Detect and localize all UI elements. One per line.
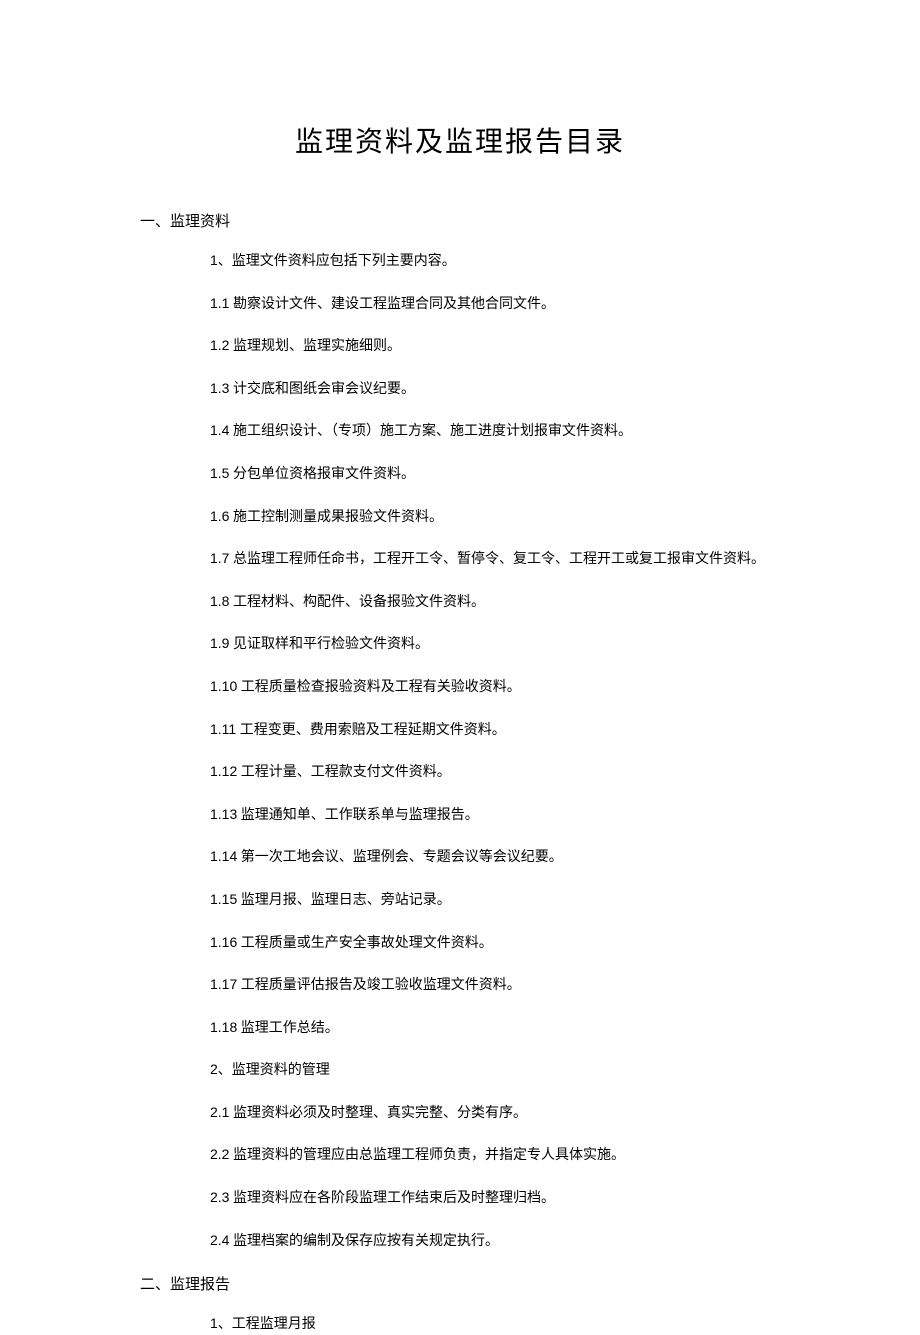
item-num: 2、 xyxy=(210,1061,232,1077)
list-item: 1.11 工程变更、费用索赔及工程延期文件资料。 xyxy=(210,720,820,741)
item-text: 见证取样和平行检验文件资料。 xyxy=(229,637,429,652)
item-num: 2.3 xyxy=(210,1189,229,1205)
item-text: 监理资料必须及时整理、真实完整、分类有序。 xyxy=(229,1106,527,1121)
item-num: 1.10 xyxy=(210,678,237,694)
list-item: 1.14 第一次工地会议、监理例会、专题会议等会议纪要。 xyxy=(210,847,820,868)
list-item: 1.1 勘察设计文件、建设工程监理合同及其他合同文件。 xyxy=(210,294,820,315)
list-item: 1.7 总监理工程师任命书，工程开工令、暂停令、复工令、工程开工或复工报审文件资… xyxy=(210,549,820,570)
item-num: 1.15 xyxy=(210,891,237,907)
item-num: 1、 xyxy=(210,1315,232,1331)
item-num: 1.17 xyxy=(210,976,237,992)
item-num: 1.7 xyxy=(210,550,229,566)
list-item: 1.13 监理通知单、工作联系单与监理报告。 xyxy=(210,805,820,826)
item-num: 1.13 xyxy=(210,806,237,822)
list-item: 1.5 分包单位资格报审文件资料。 xyxy=(210,464,820,485)
item-num: 1.18 xyxy=(210,1019,237,1035)
item-text: 工程质量检查报验资料及工程有关验收资料。 xyxy=(237,680,521,695)
item-num: 1、 xyxy=(210,252,232,268)
section-2: 二、监理报告 1、工程监理月报 xyxy=(100,1273,820,1335)
item-text: 勘察设计文件、建设工程监理合同及其他合同文件。 xyxy=(229,297,555,312)
item-text: 总监理工程师任命书，工程开工令、暂停令、复工令、工程开工或复工报审文件资料。 xyxy=(229,552,765,567)
item-text: 工程变更、费用索赔及工程延期文件资料。 xyxy=(236,723,506,738)
list-item: 1.15 监理月报、监理日志、旁站记录。 xyxy=(210,890,820,911)
item-text: 工程监理月报 xyxy=(232,1317,316,1332)
item-num: 1.5 xyxy=(210,465,229,481)
item-num: 1.1 xyxy=(210,295,229,311)
item-text: 施工控制测量成果报验文件资料。 xyxy=(229,510,443,525)
list-item: 1.9 见证取样和平行检验文件资料。 xyxy=(210,634,820,655)
item-text: 监理档案的编制及保存应按有关规定执行。 xyxy=(229,1234,499,1249)
list-item: 1.18 监理工作总结。 xyxy=(210,1018,820,1039)
item-text: 监理资料的管理应由总监理工程师负责，并指定专人具体实施。 xyxy=(229,1148,625,1163)
item-num: 2.4 xyxy=(210,1232,229,1248)
list-item: 1.3 计交底和图纸会审会议纪要。 xyxy=(210,379,820,400)
section-1-heading: 一、监理资料 xyxy=(140,210,820,231)
item-text: 监理文件资料应包括下列主要内容。 xyxy=(232,254,456,269)
list-item: 1.6 施工控制测量成果报验文件资料。 xyxy=(210,507,820,528)
item-text: 工程质量评估报告及竣工验收监理文件资料。 xyxy=(237,978,521,993)
list-item: 1.12 工程计量、工程款支付文件资料。 xyxy=(210,762,820,783)
item-text: 监理规划、监理实施细则。 xyxy=(229,339,401,354)
item-num: 1.2 xyxy=(210,337,229,353)
section-1-list: 1、监理文件资料应包括下列主要内容。 1.1 勘察设计文件、建设工程监理合同及其… xyxy=(210,251,820,1251)
list-item: 2.4 监理档案的编制及保存应按有关规定执行。 xyxy=(210,1231,820,1252)
list-item: 2.2 监理资料的管理应由总监理工程师负责，并指定专人具体实施。 xyxy=(210,1145,820,1166)
item-text: 监理月报、监理日志、旁站记录。 xyxy=(237,893,451,908)
list-item: 1.2 监理规划、监理实施细则。 xyxy=(210,336,820,357)
item-num: 1.4 xyxy=(210,422,229,438)
item-num: 2.2 xyxy=(210,1146,229,1162)
item-num: 1.12 xyxy=(210,763,237,779)
item-text: 施工组织设计、（专项）施工方案、施工进度计划报审文件资料。 xyxy=(229,424,632,439)
document-title: 监理资料及监理报告目录 xyxy=(100,120,820,160)
item-text: 分包单位资格报审文件资料。 xyxy=(229,467,415,482)
list-item: 1.8 工程材料、构配件、设备报验文件资料。 xyxy=(210,592,820,613)
list-item: 1.4 施工组织设计、（专项）施工方案、施工进度计划报审文件资料。 xyxy=(210,421,820,442)
list-item: 2.1 监理资料必须及时整理、真实完整、分类有序。 xyxy=(210,1103,820,1124)
section-2-heading: 二、监理报告 xyxy=(140,1273,820,1294)
item-num: 1.9 xyxy=(210,635,229,651)
list-item: 2.3 监理资料应在各阶段监理工作结束后及时整理归档。 xyxy=(210,1188,820,1209)
item-text: 工程质量或生产安全事故处理文件资料。 xyxy=(237,936,493,951)
list-item: 1、工程监理月报 xyxy=(210,1314,820,1335)
item-text: 监理工作总结。 xyxy=(237,1021,339,1036)
list-item: 1.16 工程质量或生产安全事故处理文件资料。 xyxy=(210,933,820,954)
list-item: 1.10 工程质量检查报验资料及工程有关验收资料。 xyxy=(210,677,820,698)
item-num: 1.3 xyxy=(210,380,229,396)
item-num: 2.1 xyxy=(210,1104,229,1120)
item-text: 监理通知单、工作联系单与监理报告。 xyxy=(237,808,479,823)
list-item: 2、监理资料的管理 xyxy=(210,1060,820,1081)
item-num: 1.14 xyxy=(210,848,237,864)
item-text: 工程计量、工程款支付文件资料。 xyxy=(237,765,451,780)
item-text: 监理资料的管理 xyxy=(232,1063,330,1078)
list-item: 1.17 工程质量评估报告及竣工验收监理文件资料。 xyxy=(210,975,820,996)
item-num: 1.16 xyxy=(210,934,237,950)
item-num: 1.8 xyxy=(210,593,229,609)
section-1: 一、监理资料 1、监理文件资料应包括下列主要内容。 1.1 勘察设计文件、建设工… xyxy=(100,210,820,1251)
item-text: 监理资料应在各阶段监理工作结束后及时整理归档。 xyxy=(229,1191,555,1206)
item-num: 1.11 xyxy=(210,721,236,737)
section-2-list: 1、工程监理月报 xyxy=(210,1314,820,1335)
item-text: 第一次工地会议、监理例会、专题会议等会议纪要。 xyxy=(237,850,563,865)
item-text: 工程材料、构配件、设备报验文件资料。 xyxy=(229,595,485,610)
item-text: 计交底和图纸会审会议纪要。 xyxy=(229,382,415,397)
list-item: 1、监理文件资料应包括下列主要内容。 xyxy=(210,251,820,272)
item-num: 1.6 xyxy=(210,508,229,524)
